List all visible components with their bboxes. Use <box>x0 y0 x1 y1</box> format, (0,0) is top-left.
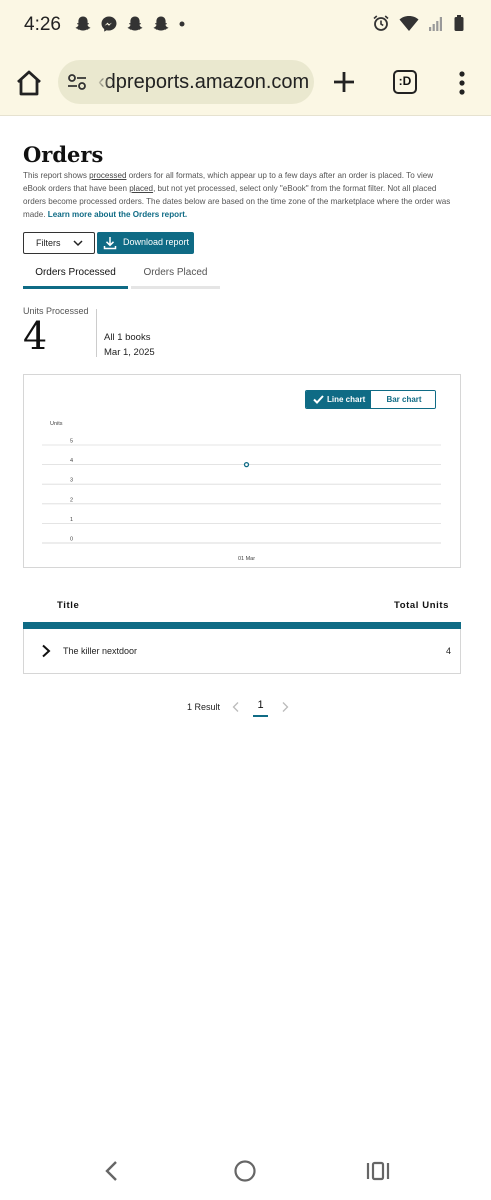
page-description: This report shows processed orders for a… <box>23 171 451 219</box>
download-icon <box>103 237 117 250</box>
y-tick-label: 4 <box>70 458 73 464</box>
y-tick-label: 5 <box>70 439 73 445</box>
next-page-icon[interactable] <box>280 701 290 713</box>
table-header-bar <box>23 622 461 629</box>
table-row[interactable]: The killer nextdoor 4 <box>23 629 461 674</box>
chevron-down-icon <box>73 240 83 247</box>
line-chart-label: Line chart <box>327 395 366 404</box>
report-date: Mar 1, 2025 <box>104 347 155 358</box>
status-bar: 4:26 6 <box>0 0 491 48</box>
download-report-button[interactable]: Download report <box>97 232 194 254</box>
y-tick-label: 3 <box>70 478 73 484</box>
y-tick-label: 0 <box>70 537 73 543</box>
placed-term[interactable]: placed <box>129 184 153 193</box>
site-settings-icon[interactable] <box>66 71 88 93</box>
system-navigation-bar <box>0 1142 491 1200</box>
new-tab-icon[interactable] <box>332 70 356 94</box>
notification-icons <box>74 15 186 33</box>
processed-term[interactable]: processed <box>89 171 126 180</box>
more-notifications-dot-icon <box>179 21 185 27</box>
summary-divider <box>96 309 97 357</box>
chart-type-toggle: Line chart Bar chart <box>305 390 436 409</box>
table-header-title[interactable]: Title <box>57 600 79 611</box>
previous-page-icon[interactable] <box>231 701 241 713</box>
alarm-icon <box>373 15 389 31</box>
bar-chart-button[interactable]: Bar chart <box>371 391 435 408</box>
learn-more-link[interactable]: Learn more about the Orders report. <box>48 210 187 219</box>
download-report-label: Download report <box>123 237 190 247</box>
tab-switcher-button[interactable]: :D <box>393 70 417 94</box>
y-tick-label: 2 <box>70 497 73 503</box>
url-text[interactable]: ‹dpreports.amazon.com <box>98 71 309 94</box>
tab-orders-placed[interactable]: Orders Placed <box>131 263 220 289</box>
table-header-total-units[interactable]: Total Units <box>394 600 449 611</box>
chart-card: Units 5 4 3 2 1 0 01 Mar Line chart Bar chart <box>23 374 461 568</box>
page-title: Orders <box>23 142 104 167</box>
address-bar[interactable]: ‹dpreports.amazon.com <box>58 60 314 104</box>
y-tick-label: 1 <box>70 517 73 523</box>
row-total-units: 4 <box>445 646 451 656</box>
snapchat-icon <box>75 16 91 31</box>
y-axis-label: Units <box>50 421 63 427</box>
battery-icon <box>454 15 464 31</box>
result-count: 1 Result <box>187 702 221 712</box>
data-point <box>243 461 250 468</box>
url-fade <box>96 60 110 104</box>
row-title: The killer nextdoor <box>63 646 138 656</box>
checkmark-icon <box>313 395 324 404</box>
status-time: 4:26 <box>24 14 61 35</box>
wifi-icon: 6 <box>399 16 419 31</box>
x-tick-label: 01 Mar <box>238 556 255 562</box>
home-circle-icon[interactable] <box>233 1159 257 1183</box>
more-menu-icon[interactable] <box>452 68 472 98</box>
books-count: All 1 books <box>104 332 151 343</box>
tab-orders-processed[interactable]: Orders Processed <box>23 263 128 289</box>
recent-apps-icon[interactable] <box>366 1161 390 1181</box>
signal-icon <box>429 17 442 31</box>
system-icons: 6 <box>372 14 465 32</box>
browser-toolbar: ‹dpreports.amazon.com :D <box>0 48 491 116</box>
snapchat-icon <box>127 16 143 31</box>
filters-label: Filters <box>36 238 61 248</box>
chevron-right-icon[interactable] <box>40 644 52 658</box>
home-icon[interactable] <box>14 68 44 98</box>
line-chart-button[interactable]: Line chart <box>306 391 371 408</box>
back-icon[interactable] <box>102 1160 122 1182</box>
page-number-current[interactable]: 1 <box>253 699 268 717</box>
units-processed-value: 4 <box>23 314 48 358</box>
snapchat-icon <box>153 16 169 31</box>
filters-dropdown[interactable]: Filters <box>23 232 95 254</box>
messenger-icon <box>101 16 117 32</box>
